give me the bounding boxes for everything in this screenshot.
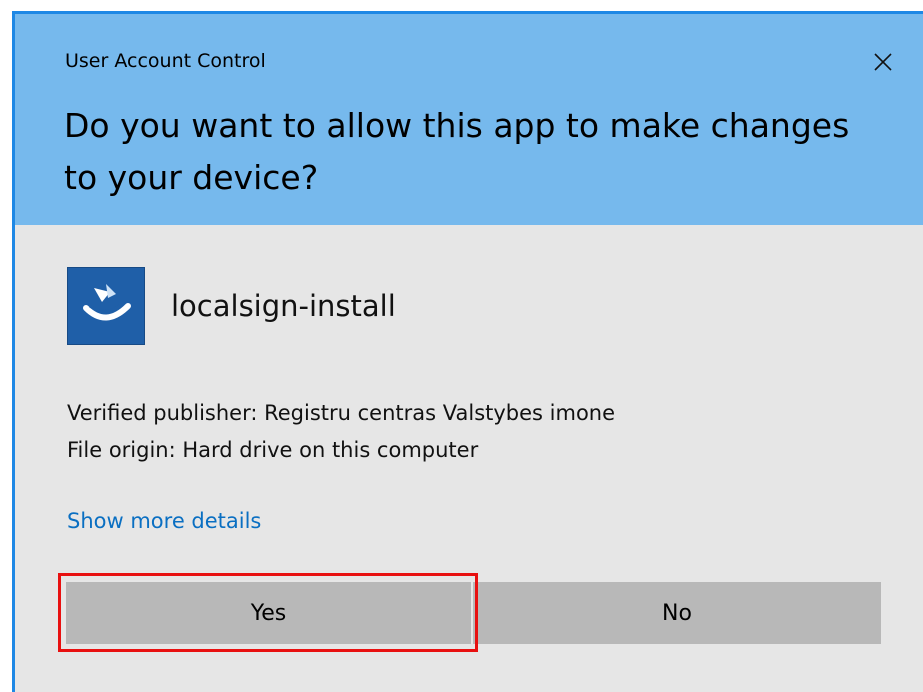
app-name: localsign-install: [171, 289, 396, 323]
dialog-title: User Account Control: [65, 50, 266, 72]
app-row: localsign-install: [67, 267, 396, 345]
uac-dialog: User Account Control Do you want to allo…: [12, 11, 923, 692]
show-more-details-link[interactable]: Show more details: [67, 509, 261, 533]
app-logo-icon: [67, 267, 145, 345]
yes-button[interactable]: Yes: [66, 582, 471, 644]
file-origin-line: File origin: Hard drive on this computer: [67, 438, 479, 462]
permission-question: Do you want to allow this app to make ch…: [64, 106, 850, 197]
close-button[interactable]: [863, 42, 903, 82]
dialog-header: User Account Control Do you want to allo…: [15, 14, 923, 225]
close-icon: [874, 53, 892, 71]
publisher-line: Verified publisher: Registru centras Val…: [67, 401, 616, 425]
publisher-info: Verified publisher: Registru centras Val…: [67, 395, 615, 469]
button-row: Yes No: [63, 579, 881, 647]
no-button[interactable]: No: [473, 582, 881, 644]
